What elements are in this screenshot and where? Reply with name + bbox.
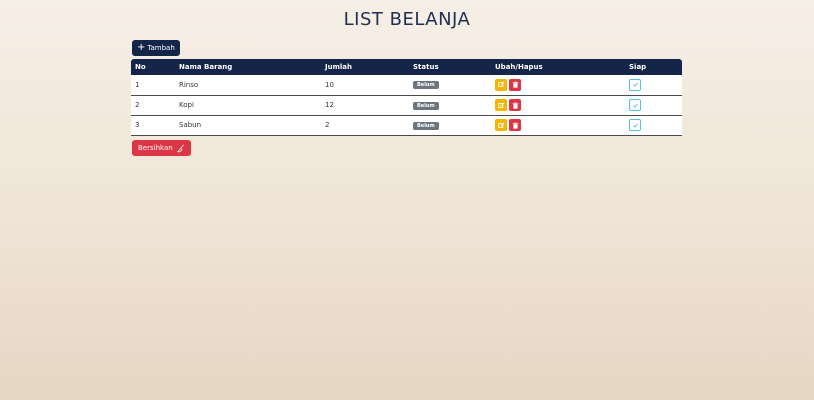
- edit-button[interactable]: [495, 119, 507, 131]
- check-icon: [632, 103, 638, 108]
- header-item-name: Nama Barang: [179, 63, 233, 71]
- table-row: 3 Sabun 2 Belum: [131, 115, 682, 136]
- add-item-label: Tambah: [147, 44, 175, 52]
- status-badge: Belum: [413, 121, 439, 130]
- row-item-name: Rinso: [175, 75, 321, 96]
- ready-checkbox[interactable]: [629, 119, 641, 131]
- trash-icon: [512, 81, 518, 88]
- trash-icon: [512, 101, 518, 109]
- ready-checkbox[interactable]: [629, 99, 641, 111]
- header-ready: Siap: [629, 63, 647, 71]
- row-number: 1: [131, 75, 175, 96]
- row-item-name: Sabun: [175, 115, 321, 136]
- clear-list-button[interactable]: Bersihkan: [132, 140, 191, 156]
- pencil-square-icon: [497, 81, 505, 88]
- delete-button[interactable]: [509, 99, 521, 111]
- table-row: 1 Rinso 10 Belum: [131, 75, 682, 96]
- broom-icon: [176, 144, 184, 152]
- pencil-square-icon: [497, 121, 505, 128]
- plus-icon: +: [137, 42, 146, 53]
- row-quantity: 10: [321, 75, 409, 96]
- header-status: Status: [413, 63, 439, 71]
- ready-checkbox[interactable]: [629, 78, 641, 91]
- status-badge: Belum: [413, 101, 439, 110]
- status-badge: Belum: [413, 81, 439, 90]
- row-number: 2: [131, 95, 175, 116]
- check-icon: [632, 123, 638, 128]
- header-edit-delete: Ubah/Hapus: [495, 63, 543, 71]
- trash-icon: [512, 121, 518, 129]
- row-number: 3: [131, 115, 175, 136]
- edit-button[interactable]: [495, 99, 507, 111]
- header-no: No: [135, 63, 146, 71]
- edit-button[interactable]: [495, 78, 507, 91]
- check-icon: [632, 82, 638, 87]
- table-row: 2 Kopi 12 Belum: [131, 95, 682, 116]
- delete-button[interactable]: [509, 78, 521, 91]
- row-item-name: Kopi: [175, 95, 321, 116]
- clear-list-label: Bersihkan: [138, 144, 173, 152]
- add-item-button[interactable]: + Tambah: [132, 40, 180, 56]
- header-quantity: Jumlah: [325, 63, 352, 71]
- row-quantity: 12: [321, 95, 409, 116]
- page-title: LIST BELANJA: [343, 9, 471, 30]
- shopping-table: No Nama Barang Jumlah Status Ubah/Hapus …: [131, 59, 682, 136]
- pencil-square-icon: [497, 101, 505, 108]
- table-header-row: No Nama Barang Jumlah Status Ubah/Hapus …: [131, 59, 682, 75]
- row-quantity: 2: [321, 115, 409, 136]
- delete-button[interactable]: [509, 119, 521, 131]
